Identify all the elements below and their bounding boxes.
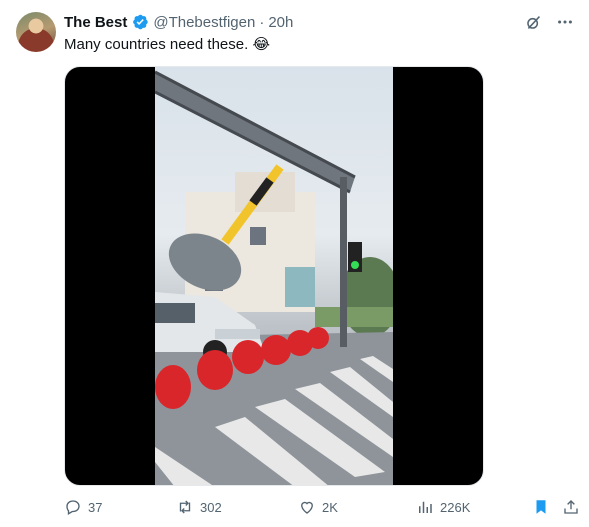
repost-button[interactable]: 302: [176, 498, 222, 516]
author-handle[interactable]: @Thebestfigen: [153, 14, 255, 31]
avatar[interactable]: [16, 12, 56, 52]
tweet-header: The Best @Thebestfigen · 20h: [64, 12, 293, 32]
tweet-text: Many countries need these. 😂: [64, 35, 270, 55]
video-scene: [155, 70, 393, 485]
verified-badge-icon[interactable]: [131, 13, 149, 31]
view-count: 226K: [440, 499, 471, 515]
tweet-actions: 37 302 2K 226K: [64, 498, 584, 518]
views-icon: [419, 501, 432, 513]
top-actions: [523, 12, 575, 32]
laughing-emoji: 😂: [252, 36, 270, 53]
bookmark-icon: [536, 500, 546, 514]
author-name[interactable]: The Best: [64, 14, 127, 31]
separator-dot: ·: [259, 13, 265, 31]
share-icon: [564, 500, 578, 514]
video-frame: [155, 67, 393, 485]
reply-count: 37: [88, 499, 103, 515]
reply-button[interactable]: 37: [64, 498, 102, 516]
tweet-text-body: Many countries need these.: [64, 36, 249, 53]
more-icon[interactable]: [555, 12, 575, 32]
views-button[interactable]: 226K: [416, 498, 470, 516]
reply-icon: [66, 500, 80, 515]
bookmark-button[interactable]: [532, 498, 550, 516]
repost-count: 302: [200, 499, 222, 515]
like-count: 2K: [322, 499, 338, 515]
tweet-video[interactable]: [64, 66, 484, 486]
like-button[interactable]: 2K: [298, 498, 338, 516]
repost-icon: [179, 500, 191, 514]
share-button[interactable]: [562, 498, 580, 516]
timestamp[interactable]: 20h: [268, 14, 293, 31]
grok-icon[interactable]: [523, 12, 543, 32]
tweet[interactable]: The Best @Thebestfigen · 20h Many countr…: [0, 0, 589, 527]
like-icon: [301, 501, 313, 514]
